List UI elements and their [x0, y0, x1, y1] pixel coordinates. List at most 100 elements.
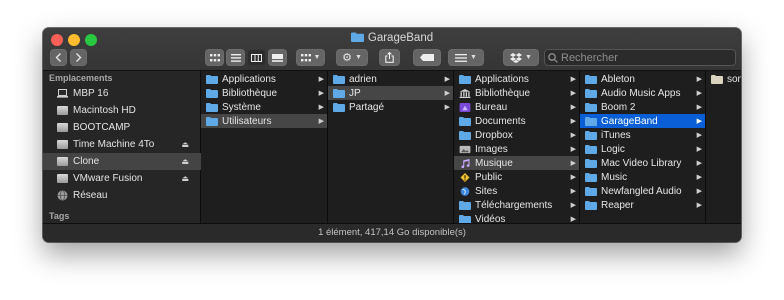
- sidebar-item-bootcamp[interactable]: BOOTCAMP: [43, 119, 201, 136]
- chevron-right-icon: ▶: [444, 104, 450, 111]
- browser-column-2[interactable]: adrien ▶ JP ▶ Partagé ▶: [328, 71, 454, 224]
- sidebar-section-locations: Emplacements: [49, 73, 113, 83]
- chevron-down-icon: ▼: [354, 54, 362, 61]
- chevron-right-icon: ▶: [696, 132, 702, 139]
- sidebar-item-mbp16[interactable]: MBP 16: [43, 85, 201, 102]
- list-item[interactable]: Système ▶: [201, 100, 327, 114]
- browser-column-5[interactable]: son: [706, 71, 741, 224]
- list-item[interactable]: Dropbox ▶: [454, 128, 579, 142]
- list-item[interactable]: Bibliothèque ▶: [201, 86, 327, 100]
- group-button[interactable]: ▼: [296, 49, 325, 66]
- folder-icon: [585, 158, 597, 168]
- icon-view-icon: [209, 53, 220, 61]
- action-button[interactable]: ⚙ ▼: [336, 49, 368, 66]
- list-item[interactable]: Mac Video Library ▶: [580, 156, 705, 170]
- arrange-button[interactable]: ▼: [448, 49, 484, 66]
- back-button[interactable]: [50, 49, 67, 66]
- browser-column-3[interactable]: Applications ▶ Bibliothèque ▶ Bureau ▶ Docu…: [454, 71, 580, 225]
- chevron-right-icon: ▶: [570, 76, 576, 83]
- list-item[interactable]: Logic ▶: [580, 142, 705, 156]
- list-item[interactable]: adrien ▶: [328, 72, 453, 86]
- list-item[interactable]: Téléchargements ▶: [454, 198, 579, 212]
- item-label: Bibliothèque: [222, 87, 278, 99]
- sidebar-item-reseau[interactable]: Réseau: [43, 187, 201, 204]
- list-item[interactable]: GarageBand ▶: [580, 114, 705, 128]
- sidebar-item-vmware-fusion[interactable]: VMware Fusion ⏏: [43, 170, 201, 187]
- list-item[interactable]: Documents ▶: [454, 114, 579, 128]
- dropbox-icon: [510, 52, 523, 63]
- column-view-button[interactable]: [247, 49, 266, 66]
- list-item[interactable]: Utilisateurs ▶: [201, 114, 327, 128]
- disk-icon: [57, 106, 68, 115]
- item-label: Dropbox: [475, 129, 513, 141]
- gallery-view-button[interactable]: [268, 49, 287, 66]
- item-label: Reaper: [601, 199, 634, 211]
- sidebar-item-clone[interactable]: Clone ⏏: [43, 153, 201, 170]
- list-item[interactable]: Musique ▶: [454, 156, 579, 170]
- folder-icon: [585, 74, 597, 84]
- arrange-icon: [455, 53, 468, 62]
- sidebar-item-time-machine[interactable]: Time Machine 4To ⏏: [43, 136, 201, 153]
- list-item[interactable]: Music ▶: [580, 170, 705, 184]
- list-item[interactable]: son: [706, 72, 741, 86]
- eject-icon[interactable]: ⏏: [181, 174, 189, 183]
- sidebar-item-label: MBP 16: [73, 88, 109, 99]
- chevron-down-icon: ▼: [470, 54, 477, 61]
- chevron-right-icon: ▶: [696, 160, 702, 167]
- disk-icon: [57, 174, 68, 183]
- folder-icon: [459, 116, 471, 126]
- forward-button[interactable]: [70, 49, 87, 66]
- item-label: Boom 2: [601, 101, 636, 113]
- folder-icon: [585, 200, 597, 210]
- chevron-down-icon: ▼: [313, 54, 321, 61]
- sidebar-item-label: Time Machine 4To: [73, 139, 155, 150]
- browser-column-1[interactable]: Applications ▶ Bibliothèque ▶ Système ▶ Uti…: [201, 71, 328, 224]
- eject-icon[interactable]: ⏏: [181, 140, 189, 149]
- share-button[interactable]: [379, 49, 400, 66]
- list-item[interactable]: iTunes ▶: [580, 128, 705, 142]
- list-item[interactable]: Sites ▶: [454, 184, 579, 198]
- column-view-icon: [251, 53, 262, 62]
- eject-icon[interactable]: ⏏: [181, 157, 189, 166]
- tag-icon: [420, 54, 434, 61]
- chevron-right-icon: ▶: [570, 174, 576, 181]
- chevron-right-icon: ▶: [570, 216, 576, 223]
- list-item[interactable]: Applications ▶: [201, 72, 327, 86]
- folder-icon: [459, 74, 471, 84]
- network-icon: [57, 190, 68, 201]
- item-label: Documents: [475, 115, 526, 127]
- list-item[interactable]: Images ▶: [454, 142, 579, 156]
- sidebar-item-macintosh-hd[interactable]: Macintosh HD: [43, 102, 201, 119]
- search-field[interactable]: [544, 49, 736, 66]
- chevron-right-icon: ▶: [570, 104, 576, 111]
- pictures-icon: [459, 145, 471, 153]
- item-label: Logic: [601, 143, 625, 155]
- list-item[interactable]: Bureau ▶: [454, 100, 579, 114]
- list-item[interactable]: Public ▶: [454, 170, 579, 184]
- chevron-right-icon: ▶: [570, 90, 576, 97]
- list-item[interactable]: Partagé ▶: [328, 100, 453, 114]
- dropbox-button[interactable]: ▼: [503, 49, 539, 66]
- list-item[interactable]: JP ▶: [328, 86, 453, 100]
- list-item[interactable]: Audio Music Apps ▶: [580, 86, 705, 100]
- search-input[interactable]: [558, 51, 711, 64]
- list-item[interactable]: Bibliothèque ▶: [454, 86, 579, 100]
- list-item[interactable]: Newfangled Audio ▶: [580, 184, 705, 198]
- chevron-right-icon: ▶: [696, 202, 702, 209]
- folder-icon: [350, 32, 364, 42]
- list-item[interactable]: Boom 2 ▶: [580, 100, 705, 114]
- list-view-button[interactable]: [226, 49, 245, 66]
- title-bar: GarageBand ▼ ⚙ ▼ ▼ ▼ Rechercher: [43, 28, 741, 71]
- folder-icon: [206, 116, 218, 126]
- list-item[interactable]: Reaper ▶: [580, 198, 705, 212]
- search-icon: [548, 52, 558, 63]
- browser-column-4[interactable]: Ableton ▶ Audio Music Apps ▶ Boom 2 ▶ Garag…: [580, 71, 706, 224]
- chevron-right-icon: [76, 53, 82, 62]
- tags-button[interactable]: [413, 49, 441, 66]
- icon-view-button[interactable]: [205, 49, 224, 66]
- sidebar-item-label: VMware Fusion: [73, 173, 143, 184]
- list-item[interactable]: Applications ▶: [454, 72, 579, 86]
- sidebar-item-label: Réseau: [73, 190, 108, 201]
- list-item[interactable]: Ableton ▶: [580, 72, 705, 86]
- item-label: Audio Music Apps: [601, 87, 681, 99]
